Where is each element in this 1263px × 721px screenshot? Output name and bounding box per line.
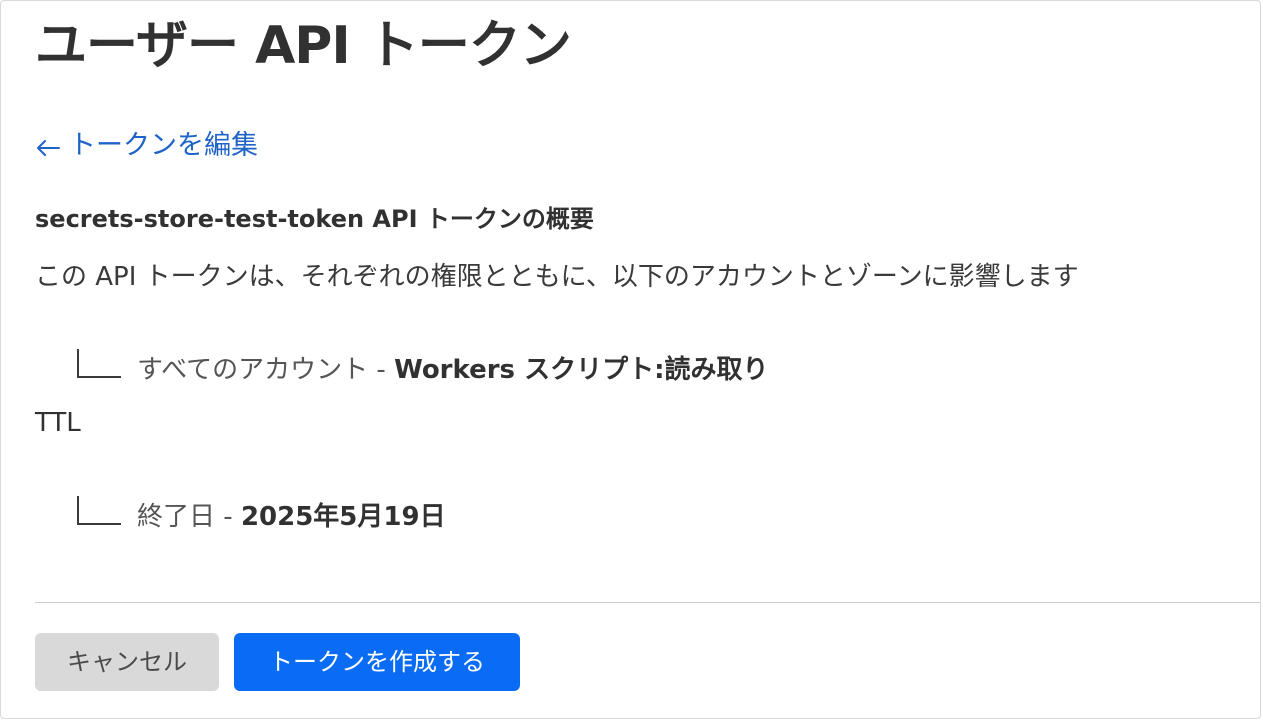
- ttl-end-value: 2025年5月19日: [240, 502, 446, 532]
- tree-connector: [77, 496, 121, 525]
- summary-description: この API トークンは、それぞれの権限とともに、以下のアカウントとゾーンに影響…: [35, 262, 1079, 292]
- page-title: ユーザー API トークン: [35, 16, 572, 76]
- permission-name: Workers スクリプト:読み取り: [394, 355, 769, 385]
- ttl-row: 終了日 - 2025年5月19日: [77, 495, 446, 535]
- tree-connector: [77, 349, 121, 378]
- ttl-separator: -: [215, 502, 241, 532]
- token-summary-panel: ユーザー API トークン トークンを編集 secrets-store-test…: [0, 0, 1261, 719]
- cancel-button[interactable]: キャンセル: [35, 633, 219, 691]
- permission-text: すべてのアカウント - Workers スクリプト:読み取り: [137, 352, 768, 388]
- back-link-label: トークンを編集: [69, 130, 258, 161]
- arrow-left-icon: [37, 140, 60, 156]
- permission-row: すべてのアカウント - Workers スクリプト:読み取り: [77, 348, 768, 388]
- permission-scope: すべてのアカウント: [137, 355, 369, 385]
- ttl-text: 終了日 - 2025年5月19日: [137, 499, 446, 535]
- summary-title: secrets-store-test-token API トークンの概要: [35, 205, 594, 233]
- footer-divider: [35, 602, 1260, 603]
- permission-separator: -: [368, 355, 395, 385]
- ttl-label: TTL: [35, 408, 81, 438]
- edit-token-back-link[interactable]: トークンを編集: [35, 128, 258, 164]
- create-token-button[interactable]: トークンを作成する: [234, 633, 520, 691]
- ttl-end-label: 終了日: [137, 502, 216, 532]
